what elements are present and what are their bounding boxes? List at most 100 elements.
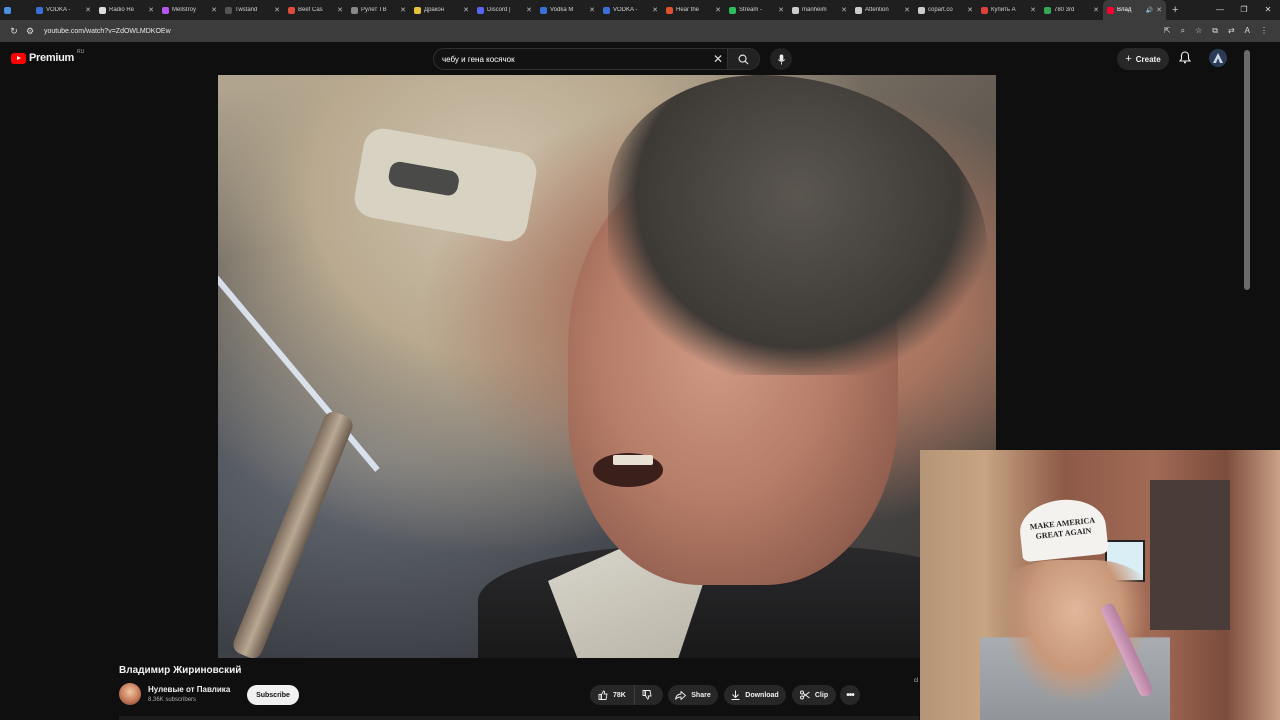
favicon-14 — [855, 6, 862, 14]
tab-12[interactable]: Stream - ✕ — [725, 0, 788, 20]
favicon-5 — [288, 6, 295, 14]
tab-14[interactable]: Attention ✕ — [851, 0, 914, 20]
like-dislike-group: 78K — [590, 685, 663, 705]
create-button[interactable]: + Create — [1117, 48, 1169, 70]
webcam-cap: MAKE AMERICA GREAT AGAIN — [1017, 495, 1109, 563]
tab-close-icon[interactable]: ✕ — [715, 6, 721, 14]
tab-3[interactable]: Mellstroy ✕ — [158, 0, 221, 20]
voice-search-button[interactable] — [770, 48, 792, 70]
tab-close-icon[interactable]: ✕ — [148, 6, 154, 14]
tab-label: Radio Re — [109, 7, 135, 13]
window-controls: — ❐ ✕ — [1208, 0, 1280, 20]
plus-icon: + — [1125, 53, 1132, 65]
extensions-icon[interactable]: ⧉ — [1212, 26, 1218, 36]
tab-close-icon[interactable]: ✕ — [652, 6, 658, 14]
tab-18[interactable]: Влад 🔊 ✕ — [1103, 0, 1166, 20]
tab-close-icon[interactable]: ✕ — [400, 6, 406, 14]
share-label: Share — [691, 691, 711, 699]
browser-menu-icon[interactable]: ⋮ — [1260, 26, 1268, 36]
tab-close-icon[interactable]: ✕ — [463, 6, 469, 14]
tab-label: Attention — [865, 7, 889, 13]
tab-9[interactable]: Vodka M ✕ — [536, 0, 599, 20]
clear-search-icon[interactable]: ✕ — [713, 52, 723, 66]
tab-close-icon[interactable]: ✕ — [967, 6, 973, 14]
tab-close-icon[interactable]: ✕ — [841, 6, 847, 14]
webcam-overlay: MAKE AMERICA GREAT AGAIN — [920, 450, 1280, 720]
tab-2[interactable]: Radio Re ✕ — [95, 0, 158, 20]
tab-close-icon[interactable]: ✕ — [337, 6, 343, 14]
tab-5[interactable]: Beef Cas ✕ — [284, 0, 347, 20]
download-button[interactable]: Download — [724, 685, 786, 705]
tab-close-icon[interactable]: ✕ — [904, 6, 910, 14]
share-icon — [675, 690, 687, 700]
more-actions-button[interactable]: ••• — [840, 685, 860, 705]
favicon-4 — [225, 6, 232, 14]
restore-icon[interactable]: ❐ — [1232, 0, 1256, 20]
tab-label: 780 3rd — [1054, 7, 1075, 13]
favicon-8 — [477, 6, 484, 14]
tab-close-icon[interactable]: ✕ — [1156, 6, 1162, 14]
video-player[interactable] — [218, 75, 996, 658]
minimize-icon[interactable]: — — [1208, 0, 1232, 20]
tab-8[interactable]: Discord | ✕ — [473, 0, 536, 20]
microphone-icon — [777, 53, 785, 65]
create-label: Create — [1135, 54, 1161, 64]
tab-10[interactable]: VODKA - ✕ — [599, 0, 662, 20]
bookmark-star-icon[interactable]: ☆ — [1195, 26, 1202, 36]
youtube-logo[interactable]: Premium RU — [11, 49, 84, 64]
favicon-1 — [36, 6, 43, 14]
search-input[interactable]: чебу и гена косячок — [442, 55, 515, 64]
subscribe-button[interactable]: Subscribe — [247, 685, 299, 705]
tab-0[interactable] — [0, 0, 32, 20]
tab-17[interactable]: 780 3rd ✕ — [1040, 0, 1103, 20]
more-icon: ••• — [846, 689, 854, 701]
account-avatar[interactable] — [1209, 49, 1227, 67]
tab-13[interactable]: manheim ✕ — [788, 0, 851, 20]
reload-icon[interactable]: ↻ — [6, 26, 22, 37]
tab-15[interactable]: copart.co ✕ — [914, 0, 977, 20]
tab-close-icon[interactable]: ✕ — [274, 6, 280, 14]
tab-label: VODKA - — [613, 7, 638, 13]
profile-icon[interactable]: A — [1245, 26, 1250, 36]
youtube-header: Premium RU чебу и гена косячок ✕ + Creat… — [0, 42, 1250, 75]
channel-avatar[interactable] — [119, 683, 141, 705]
page-scrollbar[interactable] — [1244, 50, 1250, 290]
cast-icon[interactable]: ⇄ — [1228, 26, 1235, 36]
tab-16[interactable]: Купить А ✕ — [977, 0, 1040, 20]
channel-name[interactable]: Нулевые от Павлика — [148, 685, 230, 694]
url-field[interactable]: youtube.com/watch?v=ZdOWLMDKOEw — [44, 28, 1164, 35]
logo-text: Premium — [29, 52, 74, 64]
new-tab-button[interactable]: + — [1166, 4, 1184, 16]
youtube-play-icon — [11, 52, 26, 64]
tab-6[interactable]: Рулет ТВ ✕ — [347, 0, 410, 20]
close-window-icon[interactable]: ✕ — [1256, 0, 1280, 20]
tab-close-icon[interactable]: ✕ — [778, 6, 784, 14]
tabs-container: VODKA - ✕ Radio Re ✕ Mellstroy ✕ Twstand ✕ Beef … — [32, 0, 1166, 20]
tab-close-icon[interactable]: ✕ — [589, 6, 595, 14]
site-info-icon[interactable]: ⚙ — [22, 26, 38, 37]
tab-close-icon[interactable]: ✕ — [85, 6, 91, 14]
video-title: Владимир Жириновский — [119, 665, 242, 676]
zoom-icon[interactable]: ⌕ — [1181, 26, 1185, 36]
tab-close-icon[interactable]: ✕ — [1093, 6, 1099, 14]
thumbs-up-icon — [598, 690, 608, 700]
dislike-button[interactable] — [635, 685, 659, 705]
notifications-button[interactable] — [1178, 51, 1192, 69]
search-button[interactable] — [727, 49, 759, 69]
favicon-12 — [729, 6, 736, 14]
favicon-13 — [792, 6, 799, 14]
tab-close-icon[interactable]: ✕ — [211, 6, 217, 14]
tab-audio-icon[interactable]: 🔊 — [1146, 7, 1153, 14]
clip-label: Clip — [814, 691, 829, 699]
tab-4[interactable]: Twstand ✕ — [221, 0, 284, 20]
favicon-2 — [99, 6, 106, 14]
tab-1[interactable]: VODKA - ✕ — [32, 0, 95, 20]
open-in-app-icon[interactable]: ⇱ — [1164, 26, 1171, 36]
share-button[interactable]: Share — [668, 685, 718, 705]
like-button[interactable]: 78K — [590, 685, 635, 705]
clip-button[interactable]: Clip — [792, 685, 836, 705]
tab-11[interactable]: Hear the ✕ — [662, 0, 725, 20]
tab-close-icon[interactable]: ✕ — [1030, 6, 1036, 14]
tab-close-icon[interactable]: ✕ — [526, 6, 532, 14]
tab-7[interactable]: Дракон ✕ — [410, 0, 473, 20]
